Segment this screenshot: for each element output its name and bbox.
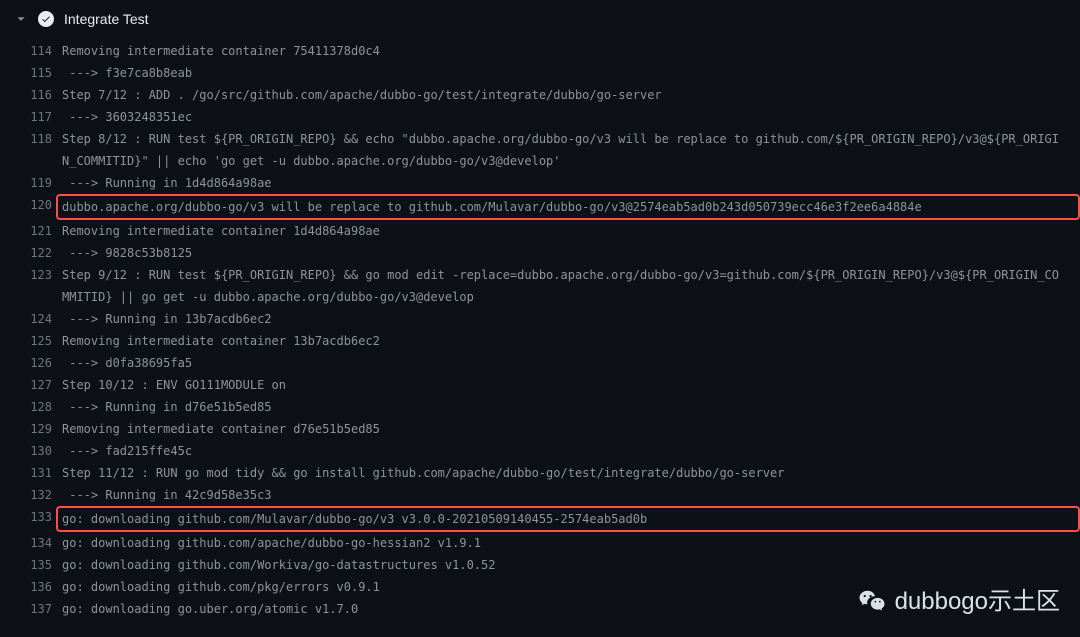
check-circle-icon xyxy=(38,11,54,27)
log-line[interactable]: 128 ---> Running in d76e51b5ed85 xyxy=(28,396,1080,418)
line-number: 114 xyxy=(28,40,62,62)
line-number: 130 xyxy=(28,440,62,462)
line-content: ---> Running in d76e51b5ed85 xyxy=(62,396,1080,418)
line-number: 117 xyxy=(28,106,62,128)
log-line[interactable]: 130 ---> fad215ffe45c xyxy=(28,440,1080,462)
log-output: 114Removing intermediate container 75411… xyxy=(0,38,1080,620)
line-number: 127 xyxy=(28,374,62,396)
log-line[interactable]: 125Removing intermediate container 13b7a… xyxy=(28,330,1080,352)
log-line[interactable]: 131Step 11/12 : RUN go mod tidy && go in… xyxy=(28,462,1080,484)
log-line[interactable]: 115 ---> f3e7ca8b8eab xyxy=(28,62,1080,84)
log-line[interactable]: 118Step 8/12 : RUN test ${PR_ORIGIN_REPO… xyxy=(28,128,1080,172)
line-number: 115 xyxy=(28,62,62,84)
log-line[interactable]: 134go: downloading github.com/apache/dub… xyxy=(28,532,1080,554)
log-line[interactable]: 119 ---> Running in 1d4d864a98ae xyxy=(28,172,1080,194)
line-number: 124 xyxy=(28,308,62,330)
line-content: Removing intermediate container 13b7acdb… xyxy=(62,330,1080,352)
log-line[interactable]: 116Step 7/12 : ADD . /go/src/github.com/… xyxy=(28,84,1080,106)
line-number: 125 xyxy=(28,330,62,352)
line-number: 123 xyxy=(28,264,62,286)
log-line[interactable]: 124 ---> Running in 13b7acdb6ec2 xyxy=(28,308,1080,330)
log-line[interactable]: 117 ---> 3603248351ec xyxy=(28,106,1080,128)
log-line[interactable]: 123Step 9/12 : RUN test ${PR_ORIGIN_REPO… xyxy=(28,264,1080,308)
line-content: ---> d0fa38695fa5 xyxy=(62,352,1080,374)
log-line[interactable]: 135go: downloading github.com/Workiva/go… xyxy=(28,554,1080,576)
line-content: Removing intermediate container d76e51b5… xyxy=(62,418,1080,440)
line-number: 132 xyxy=(28,484,62,506)
line-content: ---> 3603248351ec xyxy=(62,106,1080,128)
log-line[interactable]: 114Removing intermediate container 75411… xyxy=(28,40,1080,62)
line-content: Step 8/12 : RUN test ${PR_ORIGIN_REPO} &… xyxy=(62,128,1080,172)
line-content: Step 9/12 : RUN test ${PR_ORIGIN_REPO} &… xyxy=(62,264,1080,308)
line-number: 135 xyxy=(28,554,62,576)
line-number: 119 xyxy=(28,172,62,194)
section-title: Integrate Test xyxy=(64,8,149,30)
line-content: Step 7/12 : ADD . /go/src/github.com/apa… xyxy=(62,84,1080,106)
line-content: ---> 9828c53b8125 xyxy=(62,242,1080,264)
line-content: go: downloading github.com/apache/dubbo-… xyxy=(62,532,1080,554)
line-number: 134 xyxy=(28,532,62,554)
log-line[interactable]: 129Removing intermediate container d76e5… xyxy=(28,418,1080,440)
line-number: 137 xyxy=(28,598,62,620)
line-content: ---> Running in 42c9d58e35c3 xyxy=(62,484,1080,506)
log-line[interactable]: 122 ---> 9828c53b8125 xyxy=(28,242,1080,264)
line-number: 129 xyxy=(28,418,62,440)
log-line[interactable]: 133go: downloading github.com/Mulavar/du… xyxy=(28,506,1080,532)
log-section-header[interactable]: Integrate Test xyxy=(0,0,1080,38)
line-content: ---> fad215ffe45c xyxy=(62,440,1080,462)
line-number: 122 xyxy=(28,242,62,264)
line-number: 128 xyxy=(28,396,62,418)
chevron-down-icon[interactable] xyxy=(14,12,28,26)
line-content: Step 10/12 : ENV GO111MODULE on xyxy=(62,374,1080,396)
line-content: ---> f3e7ca8b8eab xyxy=(62,62,1080,84)
line-content: ---> Running in 13b7acdb6ec2 xyxy=(62,308,1080,330)
log-line[interactable]: 121Removing intermediate container 1d4d8… xyxy=(28,220,1080,242)
log-line[interactable]: 132 ---> Running in 42c9d58e35c3 xyxy=(28,484,1080,506)
line-number: 131 xyxy=(28,462,62,484)
line-number: 118 xyxy=(28,128,62,150)
watermark-text: dubbogo示土区 xyxy=(895,591,1060,613)
log-line[interactable]: 126 ---> d0fa38695fa5 xyxy=(28,352,1080,374)
line-content: Step 11/12 : RUN go mod tidy && go insta… xyxy=(62,462,1080,484)
line-number: 136 xyxy=(28,576,62,598)
line-number: 126 xyxy=(28,352,62,374)
line-content: go: downloading github.com/Workiva/go-da… xyxy=(62,554,1080,576)
line-number: 121 xyxy=(28,220,62,242)
log-line[interactable]: 127Step 10/12 : ENV GO111MODULE on xyxy=(28,374,1080,396)
log-line[interactable]: 120dubbo.apache.org/dubbo-go/v3 will be … xyxy=(28,194,1080,220)
line-content: go: downloading github.com/Mulavar/dubbo… xyxy=(56,506,1080,532)
line-number: 116 xyxy=(28,84,62,106)
line-content: dubbo.apache.org/dubbo-go/v3 will be rep… xyxy=(56,194,1080,220)
watermark: dubbogo示土区 xyxy=(857,587,1060,617)
line-content: Removing intermediate container 1d4d864a… xyxy=(62,220,1080,242)
line-content: Removing intermediate container 75411378… xyxy=(62,40,1080,62)
wechat-icon xyxy=(857,587,887,617)
line-content: ---> Running in 1d4d864a98ae xyxy=(62,172,1080,194)
